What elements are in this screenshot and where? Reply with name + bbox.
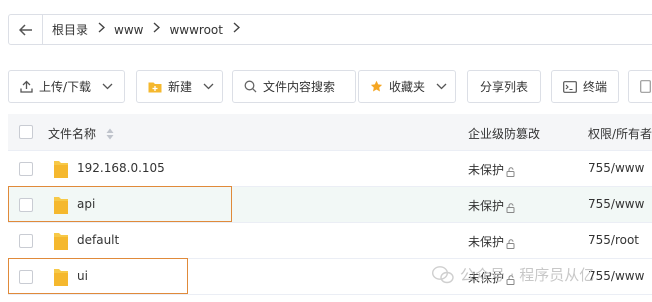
- unlock-icon: [506, 238, 515, 249]
- folder-icon: [54, 269, 68, 286]
- row-checkbox[interactable]: [19, 162, 33, 176]
- breadcrumb-label: www: [114, 22, 144, 37]
- new-button[interactable]: 新建: [136, 70, 223, 103]
- back-button[interactable]: [9, 15, 43, 44]
- search-icon: [244, 80, 257, 93]
- chevron-down-icon: [203, 83, 214, 90]
- column-header-protection: 企业级防篡改: [468, 127, 541, 141]
- arrow-left-icon: [18, 23, 32, 36]
- chevron-right-icon: [98, 22, 106, 37]
- permission-owner[interactable]: 755/www: [588, 269, 644, 283]
- breadcrumb-label: wwwroot: [169, 22, 223, 37]
- chevron-right-icon: [153, 22, 161, 37]
- column-header-name-label: 文件名称: [48, 127, 97, 141]
- column-header-name[interactable]: 文件名称: [48, 125, 114, 142]
- breadcrumb-item-www[interactable]: www: [114, 22, 161, 37]
- table-row[interactable]: api 未保护 755/www: [8, 187, 652, 223]
- upload-download-button[interactable]: 上传/下载: [8, 70, 125, 103]
- file-name[interactable]: default: [77, 233, 119, 247]
- permission-owner[interactable]: 755/www: [588, 197, 644, 211]
- permission-owner[interactable]: 755/root: [588, 233, 639, 247]
- row-checkbox[interactable]: [19, 198, 33, 212]
- protection-label: 未保护: [468, 199, 505, 213]
- share-list-label: 分享列表: [479, 80, 528, 94]
- more-toolbar-button[interactable]: [628, 70, 652, 103]
- protection-label: 未保护: [468, 271, 505, 285]
- folder-icon: [54, 161, 68, 178]
- table-row[interactable]: 192.168.0.105 未保护 755/www: [8, 151, 652, 187]
- row-checkbox[interactable]: [19, 270, 33, 284]
- protection-status: 未保护: [468, 161, 516, 178]
- chevron-down-icon: [102, 83, 113, 90]
- column-header-permission: 权限/所有者: [588, 127, 652, 141]
- breadcrumb-item-wwwroot[interactable]: wwwroot: [169, 22, 241, 37]
- protection-status: 未保护: [468, 197, 516, 214]
- protection-status: 未保护: [468, 269, 516, 286]
- content-search-label: 文件内容搜索: [263, 80, 336, 94]
- breadcrumb-label: 根目录: [52, 23, 89, 37]
- chevron-down-icon: [436, 83, 447, 90]
- favorites-button[interactable]: 收藏夹: [358, 70, 456, 103]
- table-header: 文件名称 企业级防篡改 权限/所有者: [8, 114, 652, 151]
- terminal-button[interactable]: 终端: [551, 70, 619, 103]
- file-name[interactable]: ui: [77, 269, 88, 283]
- share-list-button[interactable]: 分享列表: [467, 70, 541, 103]
- sort-icon: [106, 128, 114, 139]
- document-icon: [640, 80, 651, 93]
- unlock-icon: [506, 202, 515, 213]
- chevron-right-icon: [233, 22, 241, 37]
- unlock-icon: [506, 166, 515, 177]
- content-search-button[interactable]: 文件内容搜索: [232, 70, 356, 103]
- select-all-checkbox[interactable]: [19, 125, 33, 139]
- protection-label: 未保护: [468, 163, 505, 177]
- new-folder-icon: [148, 81, 162, 93]
- folder-icon: [54, 233, 68, 250]
- protection-status: 未保护: [468, 233, 516, 250]
- breadcrumb-item-root[interactable]: 根目录: [52, 21, 106, 38]
- file-name[interactable]: api: [77, 197, 95, 211]
- terminal-icon: [563, 80, 577, 93]
- protection-label: 未保护: [468, 235, 505, 249]
- unlock-icon: [506, 274, 515, 285]
- table-row[interactable]: default 未保护 755/root: [8, 223, 652, 259]
- upload-download-label: 上传/下载: [39, 80, 92, 94]
- terminal-label: 终端: [583, 80, 608, 94]
- favorites-label: 收藏夹: [389, 80, 426, 94]
- new-label: 新建: [168, 80, 193, 94]
- upload-icon: [20, 80, 33, 93]
- table-row[interactable]: ui 未保护 755/www: [8, 259, 652, 295]
- folder-icon: [54, 197, 68, 214]
- file-name[interactable]: 192.168.0.105: [77, 161, 165, 175]
- permission-owner[interactable]: 755/www: [588, 161, 644, 175]
- star-icon: [370, 80, 383, 93]
- breadcrumb: 根目录 www wwwroot: [8, 14, 652, 45]
- row-checkbox[interactable]: [19, 234, 33, 248]
